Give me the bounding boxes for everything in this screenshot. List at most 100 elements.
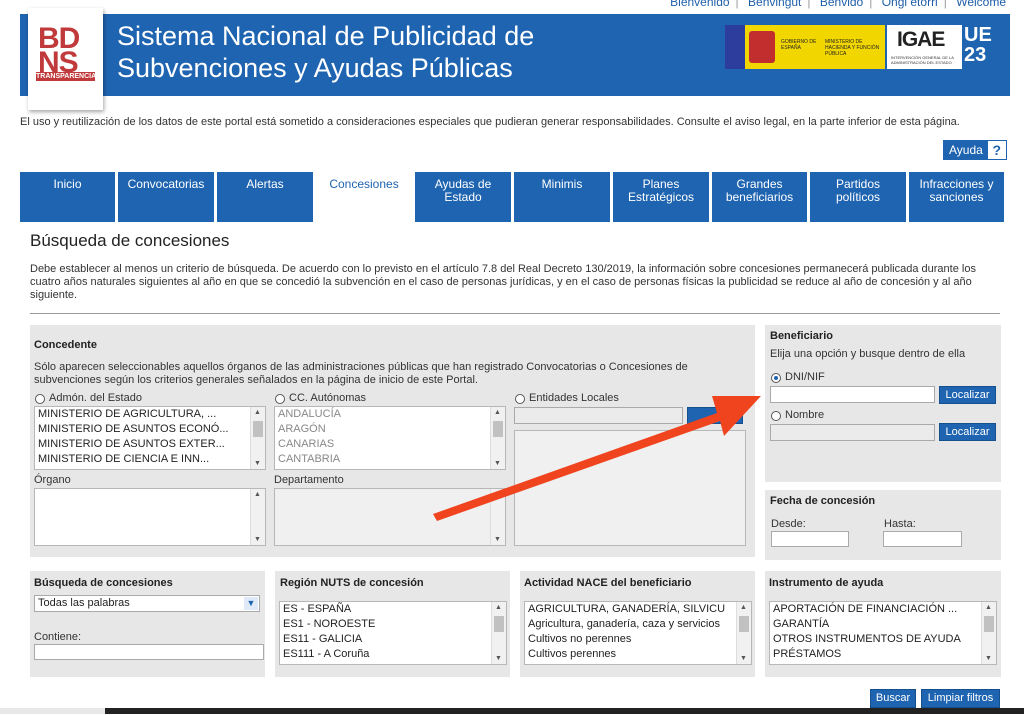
list-item[interactable]: OTROS INSTRUMENTOS DE AYUDA xyxy=(770,632,996,647)
scrollbar[interactable]: ▲ ▼ xyxy=(250,407,265,469)
tab-grandes-beneficiarios[interactable]: Grandes beneficiarios xyxy=(712,172,807,222)
locales-search-input[interactable] xyxy=(514,407,683,424)
concedente-title: Concedente xyxy=(34,339,97,351)
tab-infracciones-sanciones[interactable]: Infracciones y sanciones xyxy=(909,172,1004,222)
logo-line3: TRANSPARENCIA xyxy=(36,72,97,81)
nace-title: Actividad NACE del beneficiario xyxy=(524,577,692,589)
localizar-nombre-button[interactable]: Localizar xyxy=(939,423,996,441)
concedente-text: Sólo aparecen seleccionables aquellos ór… xyxy=(34,361,688,386)
tab-alertas[interactable]: Alertas xyxy=(217,172,313,222)
locales-search-button[interactable] xyxy=(687,407,743,424)
igae-big-text: IGAE xyxy=(897,28,945,51)
ministry-text: MINISTERIO DE HACIENDA Y FUNCIÓN PÚBLICA xyxy=(825,39,880,57)
localizar-dni-button[interactable]: Localizar xyxy=(939,386,996,404)
lang-link-en[interactable]: Welcome xyxy=(956,0,1006,9)
dni-input[interactable] xyxy=(770,386,935,403)
tab-concesiones[interactable]: Concesiones xyxy=(316,172,412,222)
coat-of-arms-icon xyxy=(749,31,775,63)
ccaa-listbox[interactable]: ANDALUCÍA ARAGÓN CANARIAS CANTABRIA ▲ ▼ xyxy=(274,406,506,470)
search-mode-select[interactable]: Todas las palabras ▼ xyxy=(34,595,260,612)
organo-listbox[interactable]: ▲ ▼ xyxy=(34,488,266,546)
tab-ayudas-estado[interactable]: Ayudas de Estado xyxy=(415,172,511,222)
buscar-button[interactable]: Buscar xyxy=(870,689,916,708)
scrollbar[interactable]: ▲ ▼ xyxy=(981,602,996,664)
desde-label: Desde: xyxy=(771,518,806,530)
list-item[interactable]: MINISTERIO DE ASUNTOS EXTER... xyxy=(35,437,265,452)
ue23-logo: UE 23 xyxy=(964,25,1006,69)
taskbar xyxy=(0,708,1024,714)
radio-locales[interactable] xyxy=(515,394,525,404)
list-item[interactable]: ES - ESPAÑA xyxy=(280,602,506,617)
list-item[interactable]: ES1 - NOROESTE xyxy=(280,617,506,632)
taskbar-item xyxy=(0,708,105,714)
tab-minimis[interactable]: Minimis xyxy=(514,172,610,222)
organo-label: Órgano xyxy=(34,474,71,486)
list-item[interactable]: ANDALUCÍA xyxy=(275,407,505,422)
instrumento-listbox[interactable]: APORTACIÓN DE FINANCIACIÓN ... GARANTÍA … xyxy=(769,601,997,665)
list-item[interactable]: AGRICULTURA, GANADERÍA, SILVICU xyxy=(525,602,751,617)
limpiar-filtros-button[interactable]: Limpiar filtros xyxy=(921,689,1000,708)
tab-planes-estrategicos[interactable]: Planes Estratégicos xyxy=(613,172,709,222)
busqueda-title: Búsqueda de concesiones xyxy=(34,577,173,589)
main-tabs: Inicio Convocatorias Alertas Concesiones… xyxy=(20,172,1004,222)
hasta-label: Hasta: xyxy=(884,518,916,530)
list-item[interactable]: Cultivos no perennes xyxy=(525,632,751,647)
contiene-input[interactable] xyxy=(34,644,264,660)
fecha-title: Fecha de concesión xyxy=(770,495,876,507)
lang-link-eu[interactable]: Ongi etorri xyxy=(882,0,938,9)
igae-logo: IGAE INTERVENCIÓN GENERAL DE LA ADMINIST… xyxy=(887,25,962,69)
question-icon: ? xyxy=(986,140,1007,160)
lang-link-ca[interactable]: Benvingut xyxy=(748,0,801,9)
nuts-listbox[interactable]: ES - ESPAÑA ES1 - NOROESTE ES11 - GALICI… xyxy=(279,601,507,665)
list-item[interactable]: MINISTERIO DE AGRICULTURA, ... xyxy=(35,407,265,422)
bdns-logo[interactable]: BD NS TRANSPARENCIA xyxy=(28,8,103,110)
list-item[interactable]: CANARIAS xyxy=(275,437,505,452)
radio-estado[interactable] xyxy=(35,394,45,404)
nace-listbox[interactable]: AGRICULTURA, GANADERÍA, SILVICU Agricult… xyxy=(524,601,752,665)
list-item[interactable]: MINISTERIO DE CIENCIA E INN... xyxy=(35,452,265,467)
scrollbar[interactable]: ▲ ▼ xyxy=(491,602,506,664)
tab-inicio[interactable]: Inicio xyxy=(20,172,115,222)
radio-dni[interactable] xyxy=(771,373,781,383)
gov-text: GOBIERNO DE ESPAÑA xyxy=(781,39,817,51)
list-item[interactable]: Cultivos perennes xyxy=(525,647,751,662)
desde-date-input[interactable] xyxy=(771,531,849,547)
scrollbar[interactable]: ▲ ▼ xyxy=(250,489,265,545)
nombre-input[interactable] xyxy=(770,424,935,441)
hasta-date-input[interactable] xyxy=(883,531,962,547)
list-item[interactable]: APORTACIÓN DE FINANCIACIÓN ... xyxy=(770,602,996,617)
list-item[interactable]: Agricultura, ganadería, caza y servicios xyxy=(525,617,751,632)
scrollbar[interactable]: ▲ ▼ xyxy=(490,407,505,469)
scrollbar[interactable]: ▲ ▼ xyxy=(736,602,751,664)
nuts-title: Región NUTS de concesión xyxy=(280,577,424,589)
list-item[interactable]: CANTABRIA xyxy=(275,452,505,467)
departamento-listbox[interactable]: ▲ ▼ xyxy=(274,488,506,546)
radio-ccaa[interactable] xyxy=(275,394,285,404)
eu-flag-icon xyxy=(725,25,745,69)
list-item[interactable]: GARANTÍA xyxy=(770,617,996,632)
help-button[interactable]: Ayuda ? xyxy=(943,140,1007,160)
locales-listbox[interactable] xyxy=(514,430,746,546)
lang-link-es[interactable]: Bienvenido xyxy=(670,0,729,9)
instrumento-title: Instrumento de ayuda xyxy=(769,577,884,589)
igae-small-text: INTERVENCIÓN GENERAL DE LA ADMINISTRACIÓ… xyxy=(891,55,954,65)
chevron-down-icon: ▼ xyxy=(244,597,258,610)
list-item[interactable]: PRÉSTAMOS xyxy=(770,647,996,662)
page-title: Búsqueda de concesiones xyxy=(30,231,230,250)
legal-notice: El uso y reutilización de los datos de e… xyxy=(20,116,960,128)
beneficiario-subtitle: Elija una opción y busque dentro de ella xyxy=(770,348,966,360)
tab-partidos-politicos[interactable]: Partidos políticos xyxy=(810,172,906,222)
help-label: Ayuda xyxy=(949,143,983,157)
estado-listbox[interactable]: MINISTERIO DE AGRICULTURA, ... MINISTERI… xyxy=(34,406,266,470)
list-item[interactable]: ARAGÓN xyxy=(275,422,505,437)
departamento-label: Departamento xyxy=(274,474,344,486)
list-item[interactable]: ES111 - A Coruña xyxy=(280,647,506,662)
tab-convocatorias[interactable]: Convocatorias xyxy=(118,172,214,222)
scrollbar[interactable]: ▲ ▼ xyxy=(490,489,505,545)
ue23-line1: UE xyxy=(964,24,992,46)
list-item[interactable]: ES11 - GALICIA xyxy=(280,632,506,647)
ccaa-label: CC. Autónomas xyxy=(289,392,367,404)
list-item[interactable]: MINISTERIO DE ASUNTOS ECONÓ... xyxy=(35,422,265,437)
lang-link-gl[interactable]: Benvido xyxy=(820,0,863,9)
radio-nombre[interactable] xyxy=(771,411,781,421)
